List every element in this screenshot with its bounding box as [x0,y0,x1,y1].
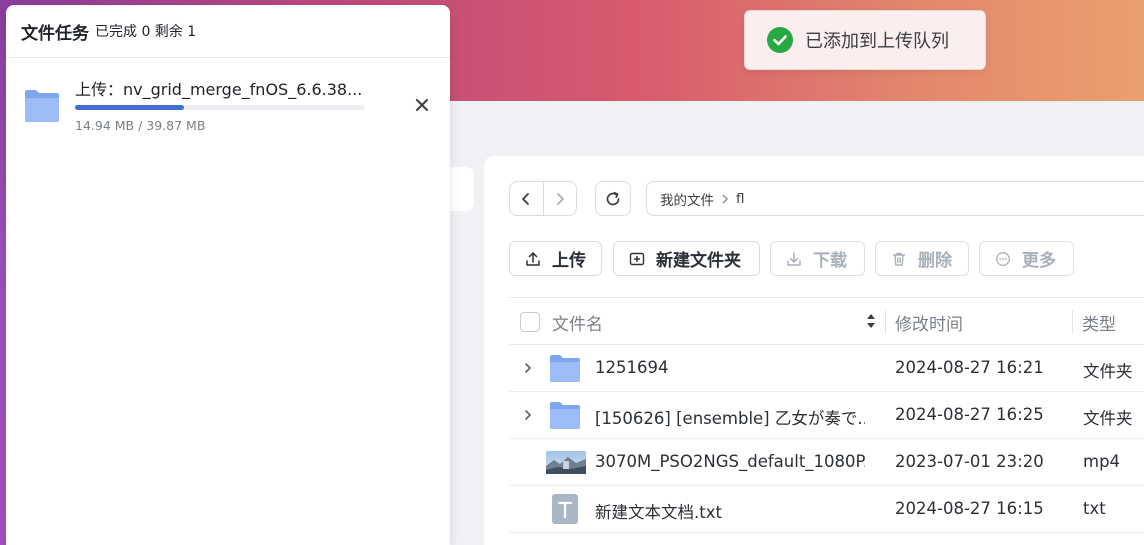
column-modified[interactable]: 修改时间 [895,310,963,335]
refresh-button[interactable] [595,181,631,216]
back-button[interactable] [510,182,543,215]
text-file-icon [551,493,579,529]
chevron-right-icon [557,192,564,205]
task-panel-header: 文件任务 已完成 0 剩余 1 [6,5,450,58]
file-type: 文件夹 [1083,409,1133,428]
modified-time: 2023-07-01 23:20 [895,452,1044,471]
select-all-checkbox[interactable] [520,312,540,332]
file-manager: 我的文件 fl 上传 新建文件夹 下载 删除 更多 文件名 修改时间 类型 12… [484,156,1144,545]
file-name[interactable]: 1251694 [595,358,865,377]
chevron-left-icon [522,192,530,205]
forward-button[interactable] [542,182,576,215]
table-row[interactable]: 3070M_PSO2NGS_default_1080P.... 2023-07-… [509,439,1144,486]
task-size: 14.94 MB / 39.87 MB [75,118,206,133]
file-name[interactable]: 新建文本文档.txt [595,499,865,523]
task-item: 上传：nv_grid_merge_fnOS_6.6.38... 14.94 MB… [6,71,450,151]
upload-icon [524,250,542,268]
new-folder-label: 新建文件夹 [656,251,741,271]
folder-plus-icon [628,250,646,268]
cancel-task-button[interactable] [410,93,434,117]
check-circle-icon [767,27,793,53]
breadcrumb-root[interactable]: 我的文件 [660,189,714,209]
table-row[interactable]: 新建文本文档.txt 2024-08-27 16:15 txt [509,486,1144,533]
upload-progress-bar [75,105,365,110]
close-icon [416,99,428,111]
task-panel: 文件任务 已完成 0 剩余 1 上传：nv_grid_merge_fnOS_6.… [6,5,450,545]
file-type: mp4 [1083,452,1121,471]
more-label: 更多 [1022,251,1056,271]
breadcrumb-current[interactable]: fl [736,191,745,207]
download-button[interactable]: 下载 [770,241,865,276]
modified-time: 2024-08-27 16:15 [895,499,1044,518]
toast-text: 已添加到上传队列 [805,31,949,52]
column-type[interactable]: 类型 [1082,310,1116,335]
modified-time: 2024-08-27 16:25 [895,405,1044,424]
file-type: txt [1083,499,1106,518]
file-name[interactable]: 3070M_PSO2NGS_default_1080P.... [595,452,865,471]
delete-button[interactable]: 删除 [875,241,969,276]
sidebar-card [448,167,474,211]
expand-icon[interactable] [523,360,533,379]
upload-label: 上传 [552,251,586,271]
file-type: 文件夹 [1083,362,1133,381]
download-icon [785,250,803,268]
task-summary: 已完成 0 剩余 1 [95,24,197,40]
sort-icon[interactable] [865,311,877,331]
toast-notification: 已添加到上传队列 [744,10,986,70]
history-nav [509,181,577,216]
modified-time: 2024-08-27 16:21 [895,358,1044,377]
task-panel-title: 文件任务 [21,23,89,44]
video-thumbnail-icon [546,451,586,478]
more-button[interactable]: 更多 [979,241,1074,276]
expand-icon[interactable] [523,407,533,426]
refresh-icon [606,191,620,205]
upload-button[interactable]: 上传 [509,241,602,276]
task-name: 上传：nv_grid_merge_fnOS_6.6.38... [75,80,363,99]
column-divider[interactable] [885,310,886,334]
folder-icon [549,401,581,434]
table-row[interactable]: [150626] [ensemble] 乙女が奏で... 2024-08-27 … [509,392,1144,439]
folder-icon [24,88,60,126]
breadcrumb: 我的文件 fl [646,181,1144,216]
trash-icon [890,250,908,268]
table-header: 文件名 修改时间 类型 [509,297,1144,345]
column-divider[interactable] [1072,310,1073,334]
upload-progress-fill [75,105,184,110]
file-name[interactable]: [150626] [ensemble] 乙女が奏で... [595,405,865,429]
chevron-right-icon [722,194,728,203]
download-label: 下载 [813,251,847,271]
more-icon [994,250,1012,268]
column-name[interactable]: 文件名 [552,310,603,335]
folder-icon [549,354,581,387]
delete-label: 删除 [918,251,952,271]
file-table: 文件名 修改时间 类型 1251694 2024-08-27 16:21 文件夹 [509,297,1144,533]
table-row[interactable]: 1251694 2024-08-27 16:21 文件夹 [509,345,1144,392]
new-folder-button[interactable]: 新建文件夹 [613,241,760,276]
